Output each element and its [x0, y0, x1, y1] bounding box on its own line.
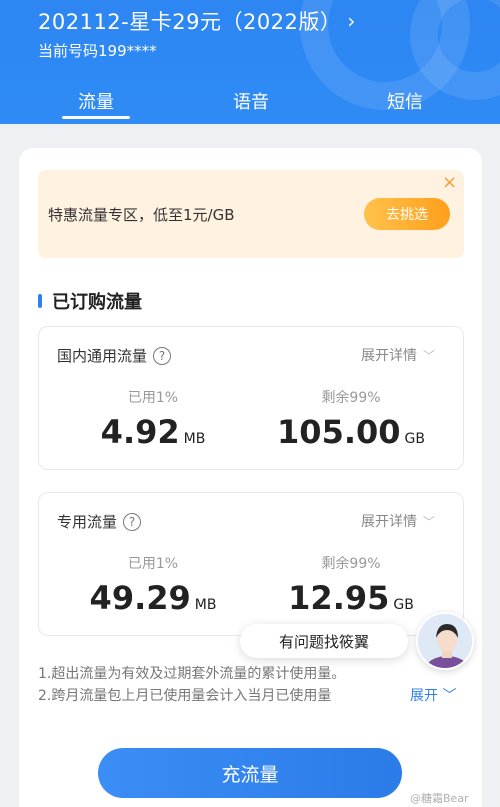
plan-title[interactable]: 202112-星卡29元（2022版） › [38, 6, 356, 36]
tab-active-indicator [62, 116, 130, 119]
section-marker [38, 294, 42, 308]
used-label: 已用1% [127, 390, 179, 406]
chevron-down-icon: ﹀ [423, 348, 436, 363]
section-title: 已订购流量 [52, 292, 142, 313]
chevron-down-icon: ﹀ [442, 688, 457, 704]
usage-label: 国内通用流量 ? [57, 345, 172, 366]
expand-details-text: 展开详情 [361, 514, 417, 530]
remain-column: 剩余99% 12.95 GB [251, 553, 451, 617]
used-column: 已用1% 49.29 MB [53, 553, 253, 617]
remain-value-row: 12.95 GB [251, 579, 451, 617]
help-icon[interactable]: ? [153, 346, 172, 365]
remain-value-row: 105.00 GB [251, 413, 451, 451]
promo-text: 特惠流量专区，低至1元/GB [48, 206, 235, 224]
usage-notes: 1.超出流量为有效及过期套外流量的累计使用量。 2.跨月流量包上月已使用量会计入… [38, 663, 345, 707]
usage-card-domestic: 国内通用流量 ? 展开详情 ﹀ 已用1% 4.92 MB 剩余99% 105.00… [38, 326, 464, 470]
plan-title-text: 202112-星卡29元（2022版） [38, 10, 342, 34]
assistant-avatar[interactable] [416, 612, 474, 670]
chevron-down-icon: ﹀ [423, 514, 436, 529]
notes-expand-text: 展开 [410, 688, 438, 704]
used-value-row: 4.92 MB [53, 413, 253, 451]
recharge-data-button[interactable]: 充流量 [98, 748, 402, 798]
chevron-right-icon: › [347, 9, 356, 33]
used-value: 49.29 [89, 579, 191, 617]
used-value: 4.92 [100, 413, 180, 451]
watermark: @糖霜Bear [410, 792, 469, 805]
usage-label-text: 专用流量 [57, 513, 118, 531]
expand-details-text: 展开详情 [361, 348, 417, 364]
remain-label: 剩余99% [321, 390, 381, 406]
expand-details-button[interactable]: 展开详情 ﹀ [361, 511, 435, 531]
remain-column: 剩余99% 105.00 GB [251, 387, 451, 451]
promo-select-button[interactable]: 去挑选 [364, 198, 450, 230]
note-line: 2.跨月流量包上月已使用量会计入当月已使用量 [38, 688, 332, 704]
usage-label: 专用流量 ? [57, 511, 142, 532]
section-header: 已订购流量 [38, 288, 142, 314]
tab-sms[interactable]: 短信 [365, 88, 445, 114]
remain-unit: GB [404, 431, 425, 447]
close-icon[interactable]: × [442, 172, 457, 193]
assistant-bubble[interactable]: 有问题找筱翼 [240, 624, 408, 658]
promo-banner[interactable]: 特惠流量专区，低至1元/GB 去挑选 × [38, 170, 464, 258]
note-line: 1.超出流量为有效及过期套外流量的累计使用量。 [38, 666, 346, 682]
header: 202112-星卡29元（2022版） › 当前号码199**** 流量 语音 … [0, 0, 500, 124]
expand-details-button[interactable]: 展开详情 ﹀ [361, 345, 435, 365]
usage-card-dedicated: 专用流量 ? 展开详情 ﹀ 已用1% 49.29 MB 剩余99% 12.95 GB [38, 492, 464, 636]
used-label: 已用1% [127, 556, 179, 572]
notes-expand-button[interactable]: 展开 ﹀ [408, 685, 457, 705]
used-unit: MB [194, 597, 217, 613]
remain-value: 105.00 [277, 413, 401, 451]
usage-label-text: 国内通用流量 [57, 347, 148, 365]
tab-data[interactable]: 流量 [56, 88, 136, 114]
tab-voice[interactable]: 语音 [211, 88, 291, 114]
used-value-row: 49.29 MB [53, 579, 253, 617]
phone-number: 当前号码199**** [38, 42, 157, 60]
remain-unit: GB [393, 597, 414, 613]
help-icon[interactable]: ? [123, 512, 142, 531]
used-column: 已用1% 4.92 MB [53, 387, 253, 451]
remain-value: 12.95 [288, 579, 390, 617]
used-unit: MB [183, 431, 206, 447]
tab-bar: 流量 语音 短信 [0, 84, 500, 124]
remain-label: 剩余99% [321, 556, 381, 572]
